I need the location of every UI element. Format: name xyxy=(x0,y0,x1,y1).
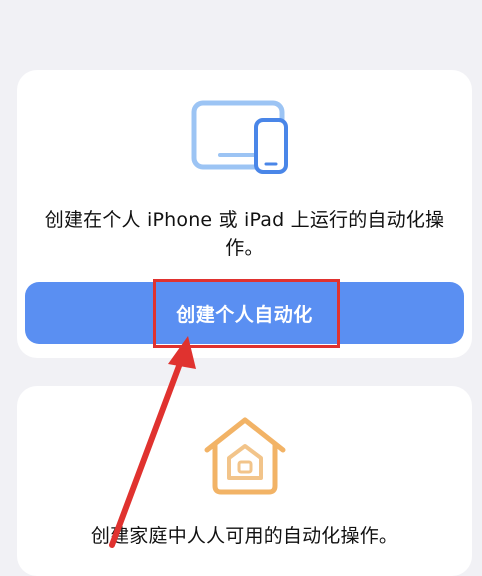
create-personal-automation-button[interactable]: 创建个人自动化 xyxy=(25,282,464,344)
personal-automation-card: 创建在个人 iPhone 或 iPad 上运行的自动化操作。 创建个人自动化 xyxy=(17,70,472,358)
create-personal-automation-label: 创建个人自动化 xyxy=(176,303,313,326)
home-automation-card: 创建家庭中人人可用的自动化操作。 xyxy=(17,386,472,576)
personal-automation-description: 创建在个人 iPhone 或 iPad 上运行的自动化操作。 xyxy=(44,209,445,259)
home-icon xyxy=(199,414,291,496)
devices-icon xyxy=(190,100,300,176)
home-automation-description: 创建家庭中人人可用的自动化操作。 xyxy=(90,525,399,547)
